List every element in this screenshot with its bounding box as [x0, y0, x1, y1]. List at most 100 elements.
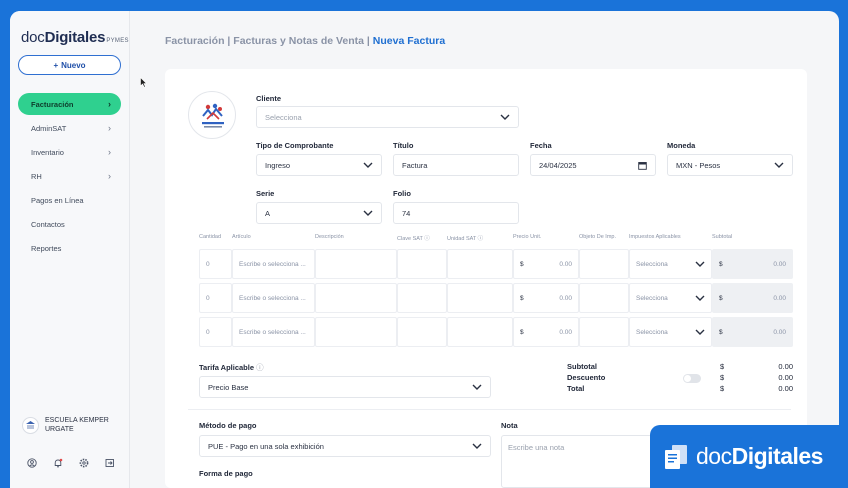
unidad-sat-input[interactable] [447, 317, 513, 347]
col-descripcion: Descripción [315, 234, 344, 240]
chevron-right-icon: › [108, 171, 111, 181]
articulo-input[interactable]: Escribe o selecciona ... [232, 317, 315, 347]
col-unidad-sat: Unidad SAT ⓘ [447, 236, 484, 242]
total-label: Total [567, 384, 585, 393]
fecha-input[interactable]: 24/04/2025 [530, 154, 656, 176]
company-switcher[interactable]: ESCUELA KEMPER URGATE [22, 416, 125, 434]
calendar-icon [638, 161, 647, 170]
chevron-down-icon [774, 162, 784, 168]
moneda-select[interactable]: MXN - Pesos [667, 154, 793, 176]
impuestos-select[interactable]: Selecciona [629, 283, 712, 313]
col-impuestos: Impuestos Aplicables [629, 234, 681, 240]
company-avatar [22, 416, 39, 434]
cantidad-input[interactable]: 0 [199, 317, 232, 347]
documents-icon [665, 444, 687, 469]
col-subtotal: Subtotal [712, 234, 733, 240]
impuestos-select[interactable]: Selecciona [629, 317, 712, 347]
precio-input[interactable]: $0.00 [513, 317, 579, 347]
folio-input[interactable]: 74 [393, 202, 519, 224]
new-button[interactable]: + Nuevo [18, 55, 121, 75]
cantidad-input[interactable]: 0 [199, 249, 232, 279]
objeto-imp-input[interactable] [579, 283, 629, 313]
col-clave-sat: Clave SAT ⓘ [397, 236, 430, 242]
subtotal-cell: $0.00 [712, 283, 793, 313]
folio-label: Folio [393, 189, 411, 198]
logout-icon[interactable] [104, 457, 116, 469]
clave-sat-input[interactable] [397, 317, 447, 347]
section-divider [188, 409, 791, 410]
app-logo[interactable]: docDigitalesPYMES [21, 29, 129, 46]
objeto-imp-input[interactable] [579, 317, 629, 347]
descuento-label: Descuento [567, 373, 606, 382]
tarifa-select[interactable]: Precio Base [199, 376, 491, 398]
serie-label: Serie [256, 189, 275, 198]
sidebar-item-pagos-en-linea[interactable]: Pagos en Línea [18, 189, 121, 211]
breadcrumb-facturacion[interactable]: Facturación [165, 35, 225, 47]
chevron-down-icon [500, 114, 510, 120]
user-icon[interactable] [26, 457, 38, 469]
titulo-input[interactable]: Factura [393, 154, 519, 176]
breadcrumb-current: Nueva Factura [372, 35, 446, 47]
impuestos-select[interactable]: Selecciona [629, 249, 712, 279]
sidebar-item-contactos[interactable]: Contactos [18, 213, 121, 235]
descripcion-input[interactable] [315, 317, 397, 347]
subtotal-cell: $0.00 [712, 249, 793, 279]
plus-icon: + [53, 60, 59, 70]
col-objeto-imp: Objeto De Imp. [579, 234, 616, 240]
app-window: docDigitalesPYMES + Nuevo Facturación › A… [10, 11, 839, 488]
sidebar-item-reportes[interactable]: Reportes [18, 237, 121, 259]
descuento-value: 0.00 [778, 373, 793, 382]
sidebar-item-adminsat[interactable]: AdminSAT › [18, 117, 121, 139]
moneda-label: Moneda [667, 141, 696, 150]
subtotal-cell: $0.00 [712, 317, 793, 347]
tipo-comprobante-select[interactable]: Ingreso [256, 154, 382, 176]
settings-icon[interactable] [78, 457, 90, 469]
cliente-select[interactable]: Selecciona [256, 106, 519, 128]
chevron-down-icon [695, 329, 705, 335]
cantidad-input[interactable]: 0 [199, 283, 232, 313]
breadcrumb-facturas[interactable]: Facturas y Notas de Venta [233, 35, 364, 47]
precio-input[interactable]: $0.00 [513, 249, 579, 279]
info-icon: ⓘ [254, 363, 264, 372]
chevron-right-icon: › [108, 147, 111, 157]
serie-select[interactable]: A [256, 202, 382, 224]
total-value: 0.00 [778, 384, 793, 393]
unidad-sat-input[interactable] [447, 283, 513, 313]
tipo-comprobante-label: Tipo de Comprobante [256, 141, 334, 150]
metodo-pago-select[interactable]: PUE - Pago en una sola exhibición [199, 435, 491, 457]
sidebar-item-rh[interactable]: RH › [18, 165, 121, 187]
chevron-down-icon [695, 295, 705, 301]
sidebar-bottom-icons [26, 457, 116, 469]
articulo-input[interactable]: Escribe o selecciona ... [232, 283, 315, 313]
chevron-down-icon [472, 384, 482, 390]
unidad-sat-input[interactable] [447, 249, 513, 279]
totals-panel: Subtotal Descuento Total $ $ $ 0.00 0.00… [567, 362, 793, 393]
clave-sat-input[interactable] [397, 283, 447, 313]
bell-icon[interactable] [52, 457, 64, 469]
subtotal-label: Subtotal [567, 362, 597, 371]
sidebar-item-inventario[interactable]: Inventario › [18, 141, 121, 163]
chevron-down-icon [363, 210, 373, 216]
fecha-label: Fecha [530, 141, 552, 150]
metodo-pago-label: Método de pago [199, 421, 257, 430]
objeto-imp-input[interactable] [579, 249, 629, 279]
company-name: ESCUELA KEMPER URGATE [45, 417, 109, 433]
chevron-down-icon [695, 261, 705, 267]
chevron-right-icon: › [108, 123, 111, 133]
descripcion-input[interactable] [315, 249, 397, 279]
client-logo[interactable] [188, 91, 236, 139]
sidebar-item-facturacion[interactable]: Facturación › [18, 93, 121, 115]
forma-pago-label: Forma de pago [199, 469, 253, 478]
precio-input[interactable]: $0.00 [513, 283, 579, 313]
clave-sat-input[interactable] [397, 249, 447, 279]
col-cantidad: Cantidad [199, 234, 222, 240]
brand-wordmark: docDigitales [696, 443, 823, 469]
descuento-toggle[interactable] [683, 374, 701, 383]
breadcrumb: Facturación | Facturas y Notas de Venta … [165, 35, 446, 47]
sidebar-nav: Facturación › AdminSAT › Inventario › RH › P… [18, 93, 121, 261]
articulo-input[interactable]: Escribe o selecciona ... [232, 249, 315, 279]
descripcion-input[interactable] [315, 283, 397, 313]
chevron-right-icon: › [108, 99, 111, 109]
chevron-down-icon [363, 162, 373, 168]
sidebar: docDigitalesPYMES + Nuevo Facturación › A… [10, 11, 130, 488]
